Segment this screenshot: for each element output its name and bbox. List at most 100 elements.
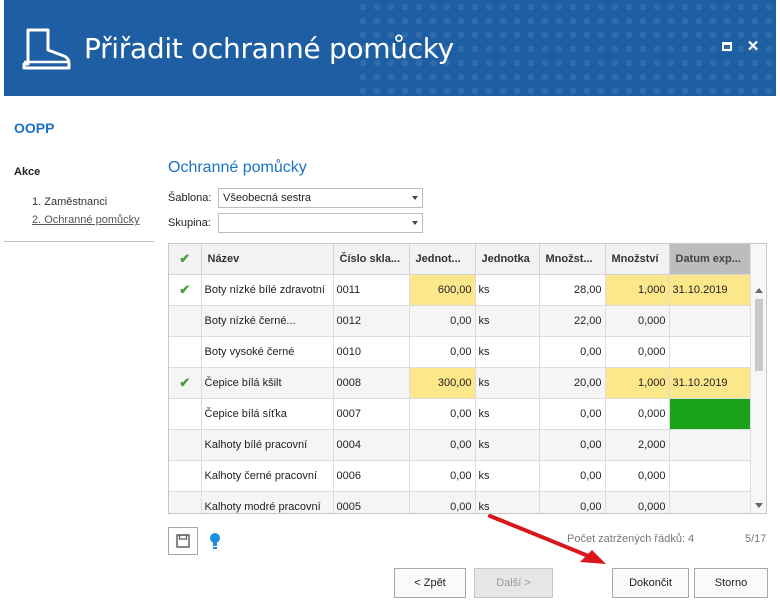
cell-unit[interactable]: ks xyxy=(475,274,540,306)
back-button[interactable]: < Zpět xyxy=(394,568,466,598)
table-row[interactable]: Kalhoty modré pracovní 0005 0,00 ks 0,00… xyxy=(169,491,752,513)
cell-unit-price[interactable]: 0,00 xyxy=(409,336,476,368)
page-title: Ochranné pomůcky xyxy=(168,159,307,176)
cell-name[interactable]: Boty nízké bílé zdravotní xyxy=(201,274,334,306)
table-row[interactable]: Boty vysoké černé 0010 0,00 ks 0,00 0,00… xyxy=(169,336,752,368)
window-title: Přiřadit ochranné pomůcky xyxy=(84,32,454,65)
cell-unit-price[interactable]: 0,00 xyxy=(409,491,476,513)
table-row[interactable]: Kalhoty bílé pracovní 0004 0,00 ks 0,00 … xyxy=(169,429,752,461)
column-header-unit[interactable]: Jednotka xyxy=(475,244,540,275)
column-header-quantity[interactable]: Množství xyxy=(605,244,670,275)
table-row[interactable]: ✔ Boty nízké bílé zdravotní 0011 600,00 … xyxy=(169,274,752,306)
cell-stock-quantity[interactable]: 0,00 xyxy=(539,429,606,461)
template-select-value: Všeobecná sestra xyxy=(223,192,312,204)
cell-expiry-date[interactable] xyxy=(669,460,752,492)
template-select[interactable]: Všeobecná sestra xyxy=(218,188,423,208)
cell-expiry-date-editing[interactable] xyxy=(669,398,752,430)
scroll-down-icon[interactable] xyxy=(755,503,763,508)
cell-name[interactable]: Kalhoty černé pracovní xyxy=(201,460,334,492)
column-header-expiry-date[interactable]: Datum exp... xyxy=(669,244,752,275)
column-header-unit-price[interactable]: Jednot... xyxy=(409,244,476,275)
vertical-scrollbar[interactable] xyxy=(750,244,766,513)
cell-stock-quantity[interactable]: 20,00 xyxy=(539,367,606,399)
cell-unit[interactable]: ks xyxy=(475,305,540,337)
step-employees[interactable]: 1. Zaměstnanci xyxy=(32,196,107,208)
close-button[interactable]: ✕ xyxy=(746,39,760,54)
column-header-stock-quantity[interactable]: Množst... xyxy=(539,244,606,275)
next-button-disabled[interactable]: Další > xyxy=(474,568,553,598)
table-row[interactable]: Boty nízké černé... 0012 0,00 ks 22,00 0… xyxy=(169,305,752,337)
cell-unit-price[interactable]: 0,00 xyxy=(409,429,476,461)
cell-unit-price[interactable]: 300,00 xyxy=(409,367,476,399)
cell-stock-quantity[interactable]: 22,00 xyxy=(539,305,606,337)
cell-expiry-date[interactable] xyxy=(669,491,752,513)
cell-stock-quantity[interactable]: 0,00 xyxy=(539,491,606,513)
cell-stock-quantity[interactable]: 0,00 xyxy=(539,460,606,492)
cell-name[interactable]: Boty nízké černé... xyxy=(201,305,334,337)
cell-stock-quantity[interactable]: 28,00 xyxy=(539,274,606,306)
cell-stock-number[interactable]: 0007 xyxy=(333,398,410,430)
maximize-button[interactable] xyxy=(720,40,734,54)
cell-stock-number[interactable]: 0012 xyxy=(333,305,410,337)
checked-rows-count: Počet zatržených řádků: 4 xyxy=(567,533,695,545)
cell-expiry-date[interactable] xyxy=(669,305,752,337)
cell-quantity[interactable]: 0,000 xyxy=(605,398,670,430)
finish-button[interactable]: Dokončit xyxy=(612,568,689,598)
scroll-up-icon[interactable] xyxy=(755,288,763,293)
table-row[interactable]: Kalhoty černé pracovní 0006 0,00 ks 0,00… xyxy=(169,460,752,492)
table-row[interactable]: ✔ Čepice bílá kšilt 0008 300,00 ks 20,00… xyxy=(169,367,752,399)
check-icon: ✔ xyxy=(179,281,191,297)
cell-unit[interactable]: ks xyxy=(475,336,540,368)
cell-unit[interactable]: ks xyxy=(475,398,540,430)
cell-unit-price[interactable]: 600,00 xyxy=(409,274,476,306)
cell-unit[interactable]: ks xyxy=(475,460,540,492)
scroll-thumb[interactable] xyxy=(755,299,763,371)
column-header-check[interactable]: ✔ xyxy=(169,244,202,275)
cell-quantity[interactable]: 1,000 xyxy=(605,274,670,306)
cell-unit[interactable]: ks xyxy=(475,429,540,461)
cell-unit-price[interactable]: 0,00 xyxy=(409,398,476,430)
cell-name[interactable]: Čepice bílá síťka xyxy=(201,398,334,430)
cell-quantity[interactable]: 0,000 xyxy=(605,305,670,337)
column-header-name[interactable]: Název xyxy=(201,244,334,275)
save-layout-button[interactable] xyxy=(168,527,198,555)
cell-stock-number[interactable]: 0006 xyxy=(333,460,410,492)
cell-name[interactable]: Čepice bílá kšilt xyxy=(201,367,334,399)
cell-expiry-date[interactable]: 31.10.2019 xyxy=(669,274,752,306)
cell-expiry-date[interactable] xyxy=(669,429,752,461)
dialog-window: Přiřadit ochranné pomůcky ✕ OOPP Akce 1.… xyxy=(0,0,780,607)
cell-unit[interactable]: ks xyxy=(475,491,540,513)
cell-stock-number[interactable]: 0008 xyxy=(333,367,410,399)
group-select[interactable] xyxy=(218,213,423,233)
check-icon: ✔ xyxy=(179,374,191,390)
cell-quantity[interactable]: 1,000 xyxy=(605,367,670,399)
step-protective-equipment[interactable]: 2. Ochranné pomůcky xyxy=(32,214,140,226)
cell-stock-quantity[interactable]: 0,00 xyxy=(539,398,606,430)
cell-stock-number[interactable]: 0004 xyxy=(333,429,410,461)
cell-unit[interactable]: ks xyxy=(475,367,540,399)
cell-stock-number[interactable]: 0010 xyxy=(333,336,410,368)
boot-icon xyxy=(22,28,71,70)
lightbulb-icon[interactable] xyxy=(208,532,222,550)
table-row[interactable]: Čepice bílá síťka 0007 0,00 ks 0,00 0,00… xyxy=(169,398,752,430)
cell-expiry-date[interactable] xyxy=(669,336,752,368)
cell-stock-number[interactable]: 0011 xyxy=(333,274,410,306)
cell-quantity[interactable]: 2,000 xyxy=(605,429,670,461)
cell-name[interactable]: Kalhoty modré pracovní xyxy=(201,491,334,513)
page-counter: 5/17 xyxy=(745,533,767,545)
grid-header-row: ✔ Název Číslo skla... Jednot... Jednotka… xyxy=(169,244,752,275)
cell-name[interactable]: Kalhoty bílé pracovní xyxy=(201,429,334,461)
column-header-stock-number[interactable]: Číslo skla... xyxy=(333,244,410,275)
cell-expiry-date[interactable]: 31.10.2019 xyxy=(669,367,752,399)
cell-unit-price[interactable]: 0,00 xyxy=(409,305,476,337)
cancel-button[interactable]: Storno xyxy=(694,568,768,598)
steps-title: Akce xyxy=(14,166,41,178)
cell-stock-quantity[interactable]: 0,00 xyxy=(539,336,606,368)
cell-quantity[interactable]: 0,000 xyxy=(605,491,670,513)
cell-stock-number[interactable]: 0005 xyxy=(333,491,410,513)
cell-quantity[interactable]: 0,000 xyxy=(605,460,670,492)
chevron-down-icon xyxy=(412,221,418,225)
cell-name[interactable]: Boty vysoké černé xyxy=(201,336,334,368)
cell-unit-price[interactable]: 0,00 xyxy=(409,460,476,492)
cell-quantity[interactable]: 0,000 xyxy=(605,336,670,368)
